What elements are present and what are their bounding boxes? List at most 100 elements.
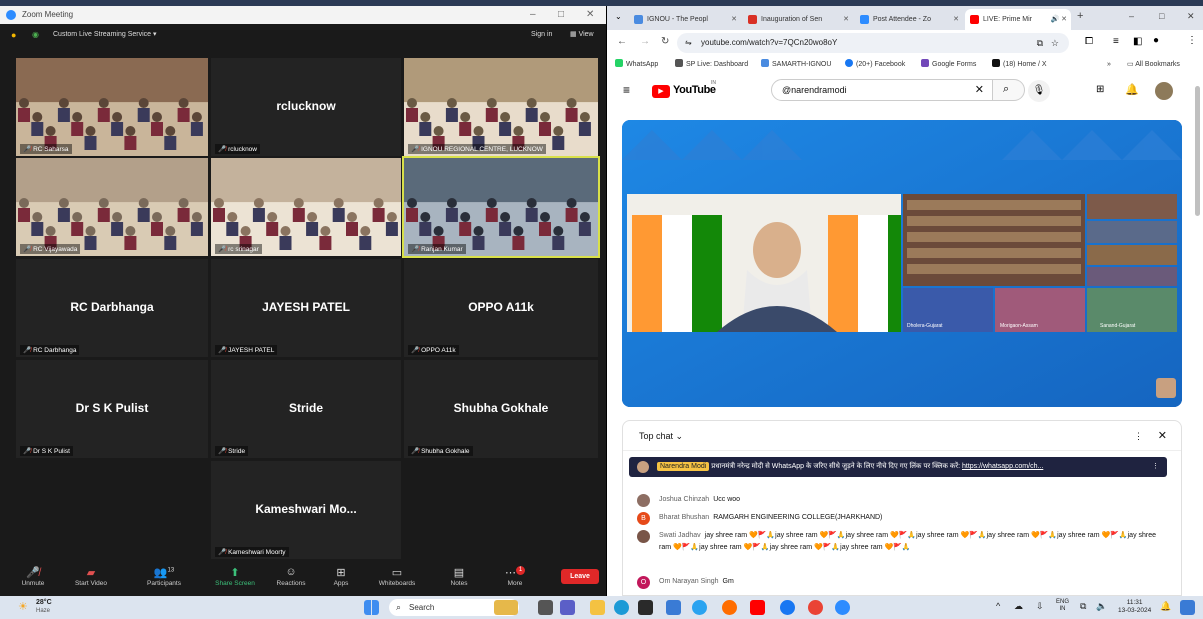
tab-search-icon[interactable]: ⌄ bbox=[615, 12, 622, 21]
clear-search-icon[interactable]: ✕ bbox=[975, 80, 984, 100]
participant-tile[interactable]: Dr S K Pulist 🎤̸ Dr S K Pulist bbox=[16, 360, 208, 458]
tab-zoom[interactable]: Post Attendee - Zo ✕ bbox=[855, 9, 963, 30]
site-info-icon[interactable]: ⇋ bbox=[685, 33, 692, 53]
bookmark-google-forms[interactable]: Google Forms bbox=[921, 56, 976, 74]
sign-in-button[interactable]: Sign in bbox=[531, 24, 552, 46]
participants-button[interactable]: 👥13 Participants bbox=[141, 566, 187, 587]
minimize-icon[interactable]: – bbox=[1129, 11, 1134, 21]
participant-tile[interactable]: 🎤̸ RC Saharsa bbox=[16, 58, 208, 156]
tab-close-icon[interactable]: 🔊 ✕ bbox=[1050, 9, 1067, 30]
tab-close-icon[interactable]: ✕ bbox=[953, 9, 959, 30]
facebook-icon[interactable] bbox=[780, 600, 795, 615]
start-video-button[interactable]: ▰ Start Video bbox=[68, 566, 114, 587]
side-panel-icon[interactable]: ◧ bbox=[1133, 36, 1142, 47]
calendar-icon[interactable] bbox=[666, 600, 681, 615]
reading-list-icon[interactable]: ≡ bbox=[1113, 36, 1119, 47]
participant-tile[interactable]: RC Darbhanga 🎤̸ RC Darbhanga bbox=[16, 259, 208, 357]
language-indicator[interactable]: ENG IN bbox=[1056, 599, 1069, 613]
chrome-menu-icon[interactable]: ⋮ bbox=[1187, 35, 1197, 46]
weather-icon[interactable]: ☀ bbox=[18, 600, 28, 613]
teams-icon[interactable] bbox=[560, 600, 575, 615]
store-icon[interactable] bbox=[638, 600, 653, 615]
participant-tile[interactable]: 🎤̸ Ranjan Kumar bbox=[402, 156, 600, 258]
bookmark-whatsapp[interactable]: WhatsApp bbox=[615, 56, 658, 74]
whiteboards-button[interactable]: ▭ Whiteboards bbox=[374, 566, 420, 587]
participant-tile[interactable]: rclucknow 🎤̸ rclucknow bbox=[211, 58, 401, 156]
show-hidden-icons-icon[interactable]: ^ bbox=[996, 601, 1000, 611]
notes-button[interactable]: ▤ Notes bbox=[436, 566, 482, 587]
tab-youtube[interactable]: LIVE: Prime Mir 🔊 ✕ bbox=[965, 9, 1071, 30]
youtube-logo-icon[interactable]: ▶ bbox=[652, 85, 670, 98]
close-icon[interactable]: ✕ bbox=[1187, 11, 1195, 22]
tab-gmail[interactable]: Inauguration of Sen ✕ bbox=[743, 9, 853, 30]
bookmarks-overflow-icon[interactable]: » bbox=[1107, 56, 1111, 74]
profile-icon[interactable]: ● bbox=[1153, 35, 1159, 46]
chat-author[interactable]: Swati Jadhav bbox=[659, 532, 701, 539]
bookmark-star-icon[interactable]: ☆ bbox=[1051, 33, 1059, 53]
participant-tile[interactable]: OPPO A11k 🎤̸ OPPO A11k bbox=[404, 259, 598, 357]
share-screen-button[interactable]: ⬆ Share Screen bbox=[212, 566, 258, 587]
chat-author[interactable]: Bharat Bhushan bbox=[659, 514, 709, 521]
youtube-logo-text[interactable]: YouTube bbox=[673, 84, 716, 96]
youtube-search-input[interactable]: @narendramodi ✕ bbox=[771, 79, 993, 101]
participant-tile[interactable]: 🎤̸ RC Vijayawada bbox=[16, 158, 208, 256]
extensions-icon[interactable]: ⧠ bbox=[1085, 36, 1093, 47]
chrome-icon[interactable] bbox=[808, 600, 823, 615]
notification-icon[interactable]: 🔔 bbox=[1160, 601, 1171, 612]
all-bookmarks-button[interactable]: ▭ All Bookmarks bbox=[1127, 56, 1180, 74]
url-input[interactable]: ⇋ youtube.com/watch?v=7QCn20wo8oY ⧉ ☆ bbox=[677, 33, 1069, 53]
firefox-icon[interactable] bbox=[722, 600, 737, 615]
participant-tile[interactable]: Shubha Gokhale 🎤̸ Shubha Gokhale bbox=[404, 360, 598, 458]
reload-icon[interactable]: ↻ bbox=[661, 36, 669, 47]
bookmark-facebook[interactable]: (20+) Facebook bbox=[845, 56, 905, 74]
shield-icon[interactable]: ● bbox=[11, 24, 16, 46]
bookmark-x[interactable]: (18) Home / X bbox=[992, 56, 1047, 74]
participant-tile[interactable]: JAYESH PATEL 🎤̸ JAYESH PATEL bbox=[211, 259, 401, 357]
close-chat-icon[interactable]: ✕ bbox=[1158, 421, 1167, 451]
unmute-button[interactable]: 🎤̸ Unmute bbox=[10, 566, 56, 587]
clock[interactable]: 11:31 13-03-2024 bbox=[1118, 599, 1151, 615]
app-icon[interactable] bbox=[692, 600, 707, 615]
live-streaming-dropdown[interactable]: Custom Live Streaming Service ▾ bbox=[53, 24, 157, 46]
video-player[interactable]: Dholera-Gujarat Morigaon-Assam Sanand-Gu… bbox=[622, 120, 1182, 407]
pinned-options-icon[interactable]: ⋮ bbox=[1152, 457, 1159, 477]
voice-search-icon[interactable]: 🎙 bbox=[1028, 80, 1050, 102]
bookmark-samarth[interactable]: SAMARTH-IGNOU bbox=[761, 56, 831, 74]
hamburger-menu-icon[interactable]: ≡ bbox=[623, 83, 630, 97]
install-app-icon[interactable]: ⧉ bbox=[1037, 33, 1043, 53]
top-chat-dropdown[interactable]: Top chat ⌄ bbox=[639, 431, 683, 441]
reactions-button[interactable]: ☺ Reactions bbox=[268, 566, 314, 587]
chat-author[interactable]: Joshua Chinzah bbox=[659, 496, 709, 503]
participant-tile[interactable]: 🎤̸ IGNOU REGIONAL CENTRE, LUCKNOW bbox=[404, 58, 598, 156]
close-icon[interactable]: ✕ bbox=[586, 6, 594, 24]
back-icon[interactable]: ← bbox=[617, 36, 627, 47]
usb-icon[interactable]: ⇩ bbox=[1036, 601, 1044, 612]
participant-tile[interactable]: 🎤̸ rc srinagar bbox=[211, 158, 401, 256]
tab-close-icon[interactable]: ✕ bbox=[843, 9, 849, 30]
weather-temp[interactable]: 28°C bbox=[36, 599, 52, 606]
maximize-icon[interactable]: □ bbox=[558, 6, 564, 24]
maximize-icon[interactable]: □ bbox=[1159, 11, 1164, 21]
youtube-icon[interactable] bbox=[750, 600, 765, 615]
pinned-message[interactable]: Narendra Modi प्रधानमंत्री नरेन्द्र मोदी… bbox=[629, 457, 1167, 477]
apps-button[interactable]: ⊞ Apps bbox=[318, 566, 364, 587]
bookmark-sp-live[interactable]: SP Live: Dashboard bbox=[675, 56, 748, 74]
edge-icon[interactable] bbox=[614, 600, 629, 615]
view-button[interactable]: ▦ View bbox=[570, 24, 594, 46]
windows-start-icon[interactable] bbox=[364, 600, 379, 615]
notifications-icon[interactable]: 🔔 bbox=[1125, 83, 1139, 96]
participant-tile[interactable]: Kameshwari Mo... 🎤̸ Kameshwari Moorty bbox=[211, 461, 401, 559]
chat-options-icon[interactable]: ⋮ bbox=[1134, 421, 1143, 451]
zoom-icon[interactable] bbox=[835, 600, 850, 615]
tab-close-icon[interactable]: ✕ bbox=[731, 9, 737, 30]
display-icon[interactable]: ⧉ bbox=[1080, 601, 1086, 612]
pinned-link[interactable]: https://whatsapp.com/ch... bbox=[962, 463, 1043, 470]
forward-icon[interactable]: → bbox=[640, 36, 650, 47]
tab-ignou[interactable]: IGNOU - The Peopl ✕ bbox=[629, 9, 741, 30]
more-button[interactable]: ⋯ 1 More bbox=[492, 566, 538, 587]
widget-icon[interactable] bbox=[1180, 600, 1195, 615]
create-icon[interactable]: ⊞ bbox=[1096, 84, 1104, 95]
file-explorer-icon[interactable] bbox=[590, 600, 605, 615]
participant-tile[interactable]: Stride 🎤̸ Stride bbox=[211, 360, 401, 458]
volume-icon[interactable]: 🔈 bbox=[1096, 601, 1107, 612]
